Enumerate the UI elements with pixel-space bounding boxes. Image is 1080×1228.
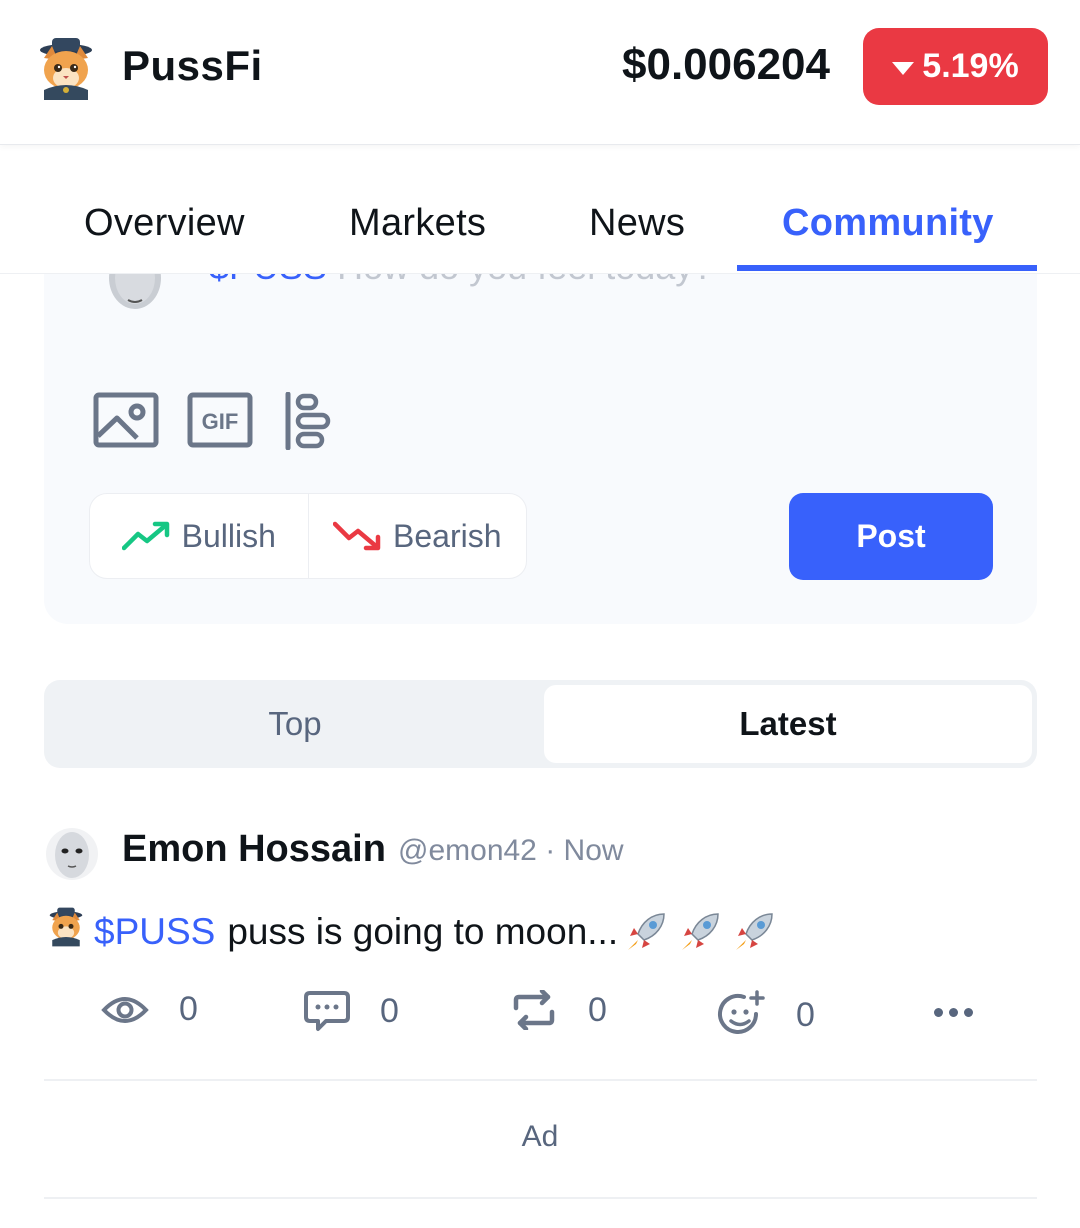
caret-down-icon — [892, 62, 915, 75]
coin-header: PussFi $0.006204 5.19% — [0, 0, 1080, 145]
repost-button[interactable]: 0 — [510, 990, 607, 1030]
meta-separator: · — [545, 834, 564, 867]
cat-coin-icon — [46, 907, 86, 956]
coin-tabs: Overview Markets News Community — [0, 180, 1080, 274]
tab-overview[interactable]: Overview — [84, 202, 245, 245]
coin-price: $0.006204 — [622, 40, 830, 89]
author-handle[interactable]: @emon42 — [398, 834, 537, 867]
coin-name: PussFi — [122, 42, 263, 89]
bullish-button[interactable]: Bullish — [90, 494, 308, 578]
filter-top[interactable]: Top — [50, 685, 540, 763]
author-name[interactable]: Emon Hossain — [122, 828, 386, 871]
poll-icon[interactable] — [284, 391, 332, 455]
feed-filter: Top Latest — [44, 680, 1037, 768]
reactions-count: 0 — [796, 995, 815, 1034]
svg-text:GIF: GIF — [202, 409, 239, 434]
reposts-count: 0 — [588, 990, 607, 1029]
add-reaction-icon — [718, 990, 765, 1034]
sentiment-toggle: Bullish Bearish — [89, 493, 527, 579]
tab-markets[interactable]: Markets — [349, 202, 486, 245]
image-icon[interactable] — [93, 392, 159, 453]
eye-icon — [101, 996, 149, 1023]
bearish-label: Bearish — [393, 517, 502, 554]
post-time: Now — [563, 834, 624, 867]
ad-label: Ad — [521, 1120, 559, 1153]
price-change-value: 5.19% — [922, 47, 1019, 85]
trend-down-icon — [333, 521, 381, 551]
post-text: puss is going to moon... — [227, 910, 619, 952]
more-options-icon[interactable] — [934, 1008, 973, 1017]
comment-icon — [304, 991, 350, 1031]
cat-logo-icon — [34, 38, 98, 100]
active-tab-indicator — [737, 265, 1037, 271]
comments-count: 0 — [380, 991, 399, 1030]
author-avatar[interactable] — [46, 826, 98, 882]
comment-button[interactable]: 0 — [304, 990, 399, 1032]
gif-icon[interactable]: GIF — [187, 392, 253, 453]
tab-news[interactable]: News — [589, 202, 685, 245]
post-meta: @emon42 · Now — [398, 834, 624, 868]
post-body: $PUSS puss is going to moon... — [46, 907, 776, 956]
trend-up-icon — [121, 521, 169, 551]
views-count: 0 — [179, 990, 198, 1028]
divider — [44, 1197, 1037, 1199]
tab-community[interactable]: Community — [782, 202, 994, 245]
bearish-button[interactable]: Bearish — [307, 494, 527, 578]
rocket-icon — [682, 912, 719, 950]
rocket-icon — [628, 912, 665, 950]
repost-icon — [513, 990, 555, 1030]
rocket-icon — [736, 912, 773, 950]
bullish-label: Bullish — [181, 517, 276, 554]
price-change-badge: 5.19% — [863, 28, 1048, 105]
post-ticker[interactable]: $PUSS — [94, 911, 215, 953]
rocket-emojis — [618, 910, 776, 954]
views-stat: 0 — [101, 990, 198, 1029]
react-button[interactable]: 0 — [716, 990, 815, 1040]
filter-latest[interactable]: Latest — [544, 685, 1032, 763]
divider — [44, 1079, 1037, 1081]
post-button[interactable]: Post — [789, 493, 993, 580]
compose-card: $PUSS How do you feel today? GIF Bu — [44, 240, 1037, 624]
